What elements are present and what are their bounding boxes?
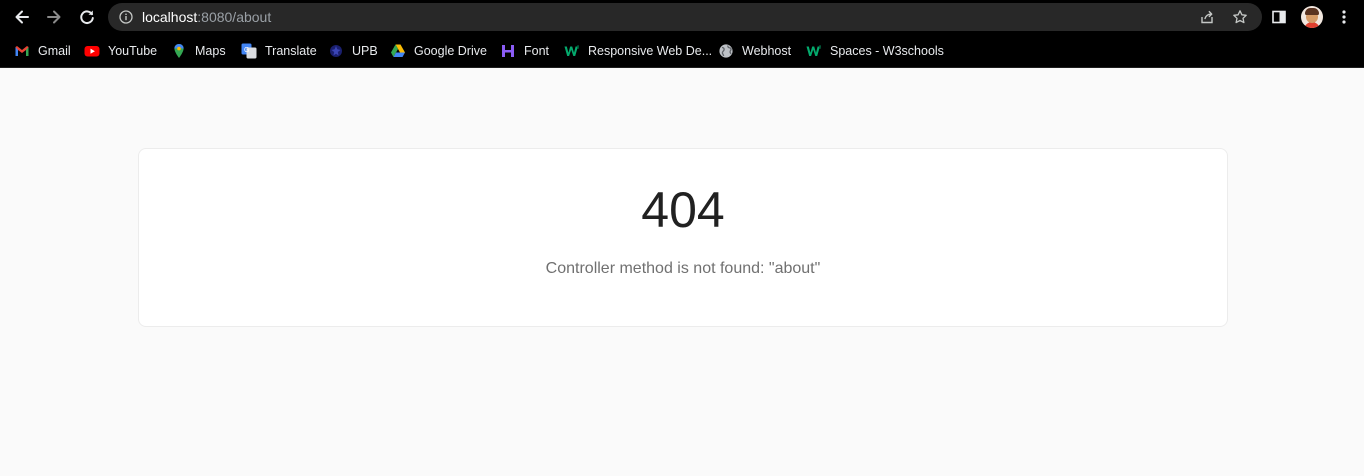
side-panel-button[interactable] — [1268, 6, 1290, 28]
forward-button[interactable] — [42, 5, 66, 29]
w3schools-icon: 3 — [806, 43, 822, 59]
star-icon — [1233, 10, 1247, 24]
bookmark-label: Webhost — [742, 44, 792, 58]
arrow-left-icon — [15, 10, 29, 24]
bookmark-label: UPB — [352, 44, 378, 58]
bookmark-font[interactable]: Font — [500, 41, 549, 61]
bookmark-responsive-web-design[interactable]: 3 Responsive Web De... — [564, 41, 712, 61]
bookmark-label: YouTube — [108, 44, 158, 58]
share-button[interactable] — [1199, 9, 1215, 25]
url-host: localhost — [142, 9, 198, 25]
bookmark-label: Responsive Web De... — [588, 44, 713, 58]
browser-toolbar: localhost:8080/about — [0, 0, 1364, 34]
maps-icon — [171, 43, 187, 59]
side-panel-icon — [1272, 10, 1286, 24]
bookmark-youtube[interactable]: YouTube — [84, 41, 157, 61]
error-code: 404 — [641, 182, 725, 238]
reload-button[interactable] — [75, 5, 99, 29]
gmail-icon — [14, 43, 30, 59]
share-icon — [1201, 10, 1213, 24]
address-bar[interactable]: localhost:8080/about — [108, 3, 1262, 31]
font-icon — [500, 43, 516, 59]
back-button[interactable] — [10, 5, 34, 29]
bookmark-gmail[interactable]: Gmail — [14, 41, 71, 61]
bookmark-label: Gmail — [38, 44, 71, 58]
svg-text:G: G — [244, 47, 249, 54]
profile-avatar[interactable] — [1301, 6, 1323, 28]
url-text[interactable]: localhost:8080/about — [142, 9, 271, 25]
error-card: 404 Controller method is not found: "abo… — [138, 148, 1228, 327]
bookmark-upb[interactable]: UPB — [328, 41, 378, 61]
arrow-right-icon — [47, 10, 61, 24]
bookmark-label: Spaces - W3schools — [830, 44, 944, 58]
kebab-menu-icon — [1342, 10, 1346, 24]
bookmark-maps[interactable]: Maps — [171, 41, 226, 61]
upb-icon — [328, 43, 344, 59]
bookmark-google-drive[interactable]: Google Drive — [390, 41, 487, 61]
browser-menu-button[interactable] — [1333, 6, 1355, 28]
translate-icon: G — [241, 43, 257, 59]
svg-text:3: 3 — [577, 45, 580, 50]
bookmarks-bar: Gmail YouTube Maps G Translate UPB Googl… — [0, 34, 1364, 68]
bookmark-spaces-w3schools[interactable]: 3 Spaces - W3schools — [806, 41, 944, 61]
bookmark-translate[interactable]: G Translate — [241, 41, 317, 61]
globe-icon — [718, 43, 734, 59]
url-path: :8080/about — [197, 9, 272, 25]
info-icon[interactable] — [119, 10, 133, 24]
error-message: Controller method is not found: "about" — [545, 260, 821, 277]
bookmark-label: Translate — [265, 44, 317, 58]
bookmark-label: Google Drive — [414, 44, 487, 58]
youtube-icon — [84, 43, 100, 59]
bookmark-webhost[interactable]: Webhost — [718, 41, 791, 61]
w3schools-icon: 3 — [564, 43, 580, 59]
reload-icon — [80, 10, 94, 24]
svg-text:3: 3 — [819, 45, 822, 50]
bookmark-label: Font — [524, 44, 550, 58]
google-drive-icon — [390, 43, 406, 59]
bookmark-label: Maps — [195, 44, 226, 58]
bookmark-star-button[interactable] — [1232, 9, 1248, 25]
